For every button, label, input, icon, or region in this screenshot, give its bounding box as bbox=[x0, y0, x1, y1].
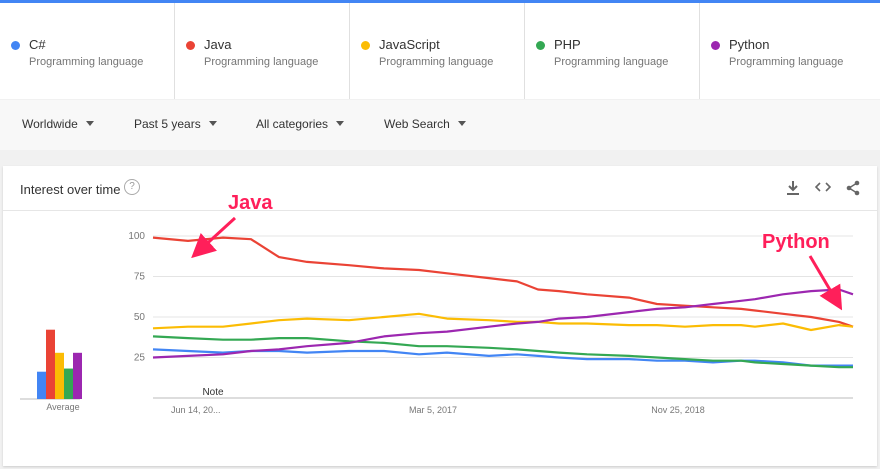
chevron-down-icon bbox=[457, 121, 466, 126]
term-name: PHP bbox=[554, 37, 581, 52]
term-name: Java bbox=[204, 37, 232, 52]
python-annotation: Python bbox=[762, 231, 830, 253]
interest-line-chart: 25 50 75 100 Jun 14, 20... Mar 5, 2017 Nov 25… bbox=[128, 231, 854, 415]
java-annotation: Java bbox=[228, 192, 273, 214]
search-type-filter[interactable]: Web Search bbox=[384, 117, 466, 131]
average-bar-Java bbox=[46, 329, 55, 399]
average-bar-chart: Average bbox=[20, 329, 82, 412]
help-icon[interactable]: ? bbox=[124, 179, 140, 195]
term-python[interactable]: Python Programming language bbox=[700, 3, 880, 99]
search-type-filter-label: Web Search bbox=[384, 117, 450, 131]
term-php[interactable]: PHP Programming language bbox=[525, 3, 700, 99]
category-filter[interactable]: All categories bbox=[256, 117, 345, 131]
y-tick-label: 25 bbox=[134, 353, 146, 364]
term-color-dot bbox=[11, 41, 20, 50]
average-bar-Python bbox=[73, 352, 82, 399]
chevron-down-icon bbox=[336, 121, 345, 126]
average-label: Average bbox=[46, 402, 79, 412]
y-tick-label: 75 bbox=[134, 272, 146, 283]
term-color-dot bbox=[536, 41, 545, 50]
x-axis-ticks: Jun 14, 20... Mar 5, 2017 Nov 25, 2018 bbox=[171, 405, 705, 415]
term-type: Programming language bbox=[29, 56, 144, 68]
embed-icon[interactable] bbox=[814, 180, 832, 198]
term-color-dot bbox=[711, 41, 720, 50]
y-tick-label: 100 bbox=[128, 231, 145, 242]
filter-bar: Worldwide Past 5 years All categories We… bbox=[0, 100, 880, 150]
term-color-dot bbox=[186, 41, 195, 50]
term-type: Programming language bbox=[554, 56, 669, 68]
term-type: Programming language bbox=[729, 56, 844, 68]
x-tick-label: Jun 14, 20... bbox=[171, 405, 221, 415]
series-line-Java bbox=[152, 236, 854, 328]
term-type: Programming language bbox=[379, 56, 494, 68]
average-bar-C# bbox=[37, 371, 46, 399]
card-title: Interest over time bbox=[20, 182, 121, 197]
term-csharp[interactable]: C# Programming language bbox=[0, 3, 175, 99]
average-bar-PHP bbox=[64, 368, 73, 399]
term-name: JavaScript bbox=[379, 37, 440, 52]
time-filter-label: Past 5 years bbox=[134, 117, 201, 131]
region-filter[interactable]: Worldwide bbox=[22, 117, 94, 131]
chart-series bbox=[152, 236, 854, 369]
time-filter[interactable]: Past 5 years bbox=[134, 117, 217, 131]
term-type: Programming language bbox=[204, 56, 319, 68]
series-line-JavaScript bbox=[152, 312, 854, 332]
chevron-down-icon bbox=[85, 121, 94, 126]
y-tick-label: 50 bbox=[134, 312, 146, 323]
x-tick-label: Nov 25, 2018 bbox=[651, 405, 705, 415]
category-filter-label: All categories bbox=[256, 117, 329, 131]
download-icon[interactable] bbox=[784, 180, 802, 198]
x-tick-label: Mar 5, 2017 bbox=[409, 405, 457, 415]
average-bar-JavaScript bbox=[55, 352, 64, 399]
interest-over-time-card: Interest over time ? Average 25 50 75 100 J… bbox=[3, 166, 877, 466]
region-filter-label: Worldwide bbox=[22, 117, 78, 131]
share-icon[interactable] bbox=[844, 180, 862, 198]
chart-grid: 25 50 75 100 bbox=[128, 231, 853, 399]
term-javascript[interactable]: JavaScript Programming language bbox=[350, 3, 525, 99]
term-name: C# bbox=[29, 37, 46, 52]
term-java[interactable]: Java Programming language bbox=[175, 3, 350, 99]
comparison-terms: C# Programming language Java Programming… bbox=[0, 3, 880, 99]
term-color-dot bbox=[361, 41, 370, 50]
chevron-down-icon bbox=[208, 121, 217, 126]
term-name: Python bbox=[729, 37, 770, 52]
note-label: Note bbox=[202, 387, 224, 398]
